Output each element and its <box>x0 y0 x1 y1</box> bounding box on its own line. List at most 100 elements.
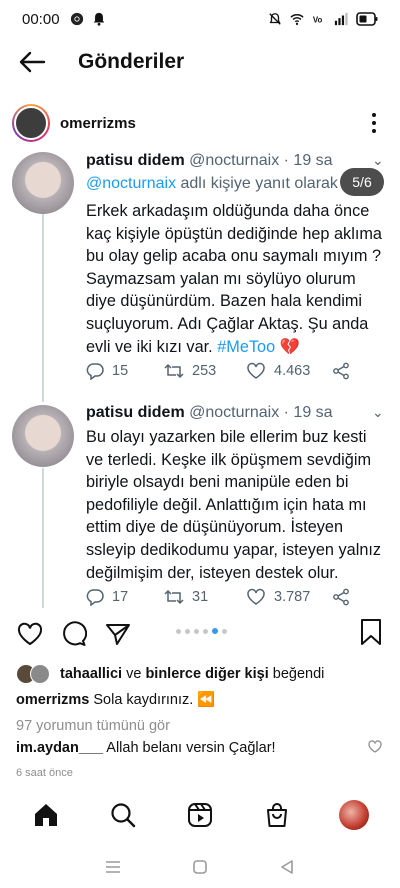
tweet-line: Bu olayı yazarken bile ellerim buz kesti <box>86 428 367 446</box>
mute-icon <box>269 13 281 25</box>
status-time: 00:00 <box>22 10 60 28</box>
tweet-line: evli ve iki kızı var. #MeToo 💔 <box>86 336 392 359</box>
tweet-reply-stat: 15 <box>86 362 164 380</box>
tweet-actions: 15 253 4.463 <box>86 362 350 380</box>
nav-profile-button[interactable] <box>334 795 374 835</box>
comment-icon <box>63 621 87 646</box>
tweet-like-stat: 4.463 <box>246 362 332 380</box>
tweet-line: değilmişim der, isteyen destek olur. <box>86 563 339 582</box>
notification-bell-icon <box>93 12 104 26</box>
app-bar: Gönderiler <box>0 38 400 86</box>
back-button[interactable] <box>12 42 52 82</box>
tweet-line: ssleyip dedikodumu yapar, isteyen yalnız <box>86 540 382 559</box>
carousel-dot <box>176 628 181 634</box>
tweet-line: ettim diye de düşünüyorum. İsteyen <box>86 518 344 537</box>
carousel-dot <box>185 628 190 634</box>
tweet-retweet-stat: 253 <box>164 362 246 380</box>
carousel-dot <box>194 628 199 634</box>
hashtag: #MeToo <box>217 337 276 356</box>
post-header: omerrizms <box>0 98 400 148</box>
tweet-line: kaç kişiyle öpüştün dediğinde hep aklıma <box>86 224 382 243</box>
tweet-body: Bu olayı yazarken bile ellerim buz kesti… <box>86 426 392 584</box>
nav-home-button[interactable] <box>26 795 66 835</box>
svg-text:Vo: Vo <box>313 16 323 25</box>
carousel-dot <box>203 628 208 634</box>
nav-search-button[interactable] <box>103 795 143 835</box>
recent-apps-button[interactable] <box>101 855 125 879</box>
volte-icon: Vo <box>313 16 323 25</box>
menu-icon <box>106 861 121 873</box>
tweet-author-name: patisu didem <box>86 404 185 421</box>
retweet-icon <box>164 363 184 379</box>
retweet-count: 253 <box>192 363 217 379</box>
nav-reels-button[interactable] <box>180 795 220 835</box>
tweet-line: Saymazsam yalan mı söylüyo olurum <box>86 269 356 288</box>
tweet-time: · 19 sa <box>283 152 333 169</box>
save-button[interactable] <box>358 618 386 646</box>
profile-avatar <box>338 800 369 830</box>
broken-heart-emoji-icon: 💔 <box>279 337 300 356</box>
wifi-icon <box>290 14 304 25</box>
bookmark-icon <box>361 619 381 645</box>
thread-line <box>42 212 44 402</box>
shopping-bag-icon <box>266 803 287 827</box>
liker-username[interactable]: tahaallici <box>60 666 122 682</box>
system-navigation-bar <box>0 846 400 888</box>
post-author-avatar[interactable] <box>12 104 50 142</box>
likes-connector: ve <box>122 666 146 682</box>
comment-username[interactable]: im.aydan___ <box>16 740 103 756</box>
comment-like-heart-icon[interactable] <box>368 740 382 754</box>
thread-line <box>42 468 44 608</box>
status-bar: 00:00 Vo <box>0 0 400 38</box>
carousel-dot <box>222 628 227 634</box>
post-author-username[interactable]: omerrizms <box>60 115 136 132</box>
reply-context: @nocturnaix adlı kişiye yanıt olarak <box>86 175 338 193</box>
tweet-avatar <box>12 152 74 214</box>
tweet-header: patisu didem @nocturnaix · 19 sa ⌄ <box>86 404 384 422</box>
arrow-left-icon <box>19 51 46 73</box>
heart-icon <box>247 588 265 605</box>
likes-summary[interactable]: tahaallici ve binlerce diğer kişi beğend… <box>16 663 324 685</box>
tweet-line: pedofiliyle değil. Anlattığım için hata … <box>86 495 367 514</box>
square-icon <box>193 860 207 874</box>
caption-username[interactable]: omerrizms <box>16 692 89 708</box>
tweet-body: Erkek arkadaşım oldüğunda daha önce kaç … <box>86 200 392 358</box>
comment-text: Allah belanı versin Çağlar! <box>103 740 276 756</box>
tweet-retweet-stat: 31 <box>164 588 246 606</box>
view-all-comments-link[interactable]: 97 yorumun tümünü gör <box>16 718 170 734</box>
comment-button[interactable] <box>60 620 88 648</box>
more-options-button[interactable] <box>364 109 384 137</box>
share-icon <box>333 362 349 380</box>
reply-mention: @nocturnaix <box>86 175 177 192</box>
page-title: Gönderiler <box>78 50 185 73</box>
home-icon <box>35 804 58 826</box>
reply-icon <box>86 363 104 380</box>
signal-icon <box>334 12 348 26</box>
back-system-button[interactable] <box>275 855 299 879</box>
heart-icon <box>17 622 43 646</box>
share-button[interactable] <box>104 620 132 648</box>
tweet-line: diye düşünürdüm. Bazen hala kendimi <box>86 292 363 311</box>
nav-shop-button[interactable] <box>257 795 297 835</box>
liker-others[interactable]: binlerce diğer kişi <box>145 666 268 682</box>
slide-counter-badge: 5/6 <box>340 168 384 196</box>
home-system-button[interactable] <box>188 855 212 879</box>
reply-icon <box>86 589 104 606</box>
like-button[interactable] <box>16 620 44 648</box>
tweet-avatar <box>12 405 74 467</box>
chevron-down-icon: ⌄ <box>372 404 384 420</box>
tweet-line-text: evli ve iki kızı var. <box>86 337 218 356</box>
post-media[interactable]: patisu didem @nocturnaix · 19 sa ⌄ @noct… <box>0 150 400 608</box>
triangle-back-icon <box>280 860 293 874</box>
carousel-indicator <box>176 628 227 634</box>
tweet-line: biriyle olsaydı beni manipüle eden bi <box>86 473 349 492</box>
caption-text: Sola kaydırınız. ⏪ <box>89 692 216 708</box>
like-count: 3.787 <box>274 589 311 605</box>
send-icon <box>106 624 130 645</box>
reply-suffix: adlı kişiye yanıt olarak <box>176 175 338 192</box>
bottom-navigation <box>0 790 400 840</box>
tweet-like-stat: 3.787 <box>246 588 332 606</box>
reply-count: 15 <box>112 363 129 379</box>
like-count: 4.463 <box>274 363 311 379</box>
chevron-down-icon: ⌄ <box>372 152 384 168</box>
